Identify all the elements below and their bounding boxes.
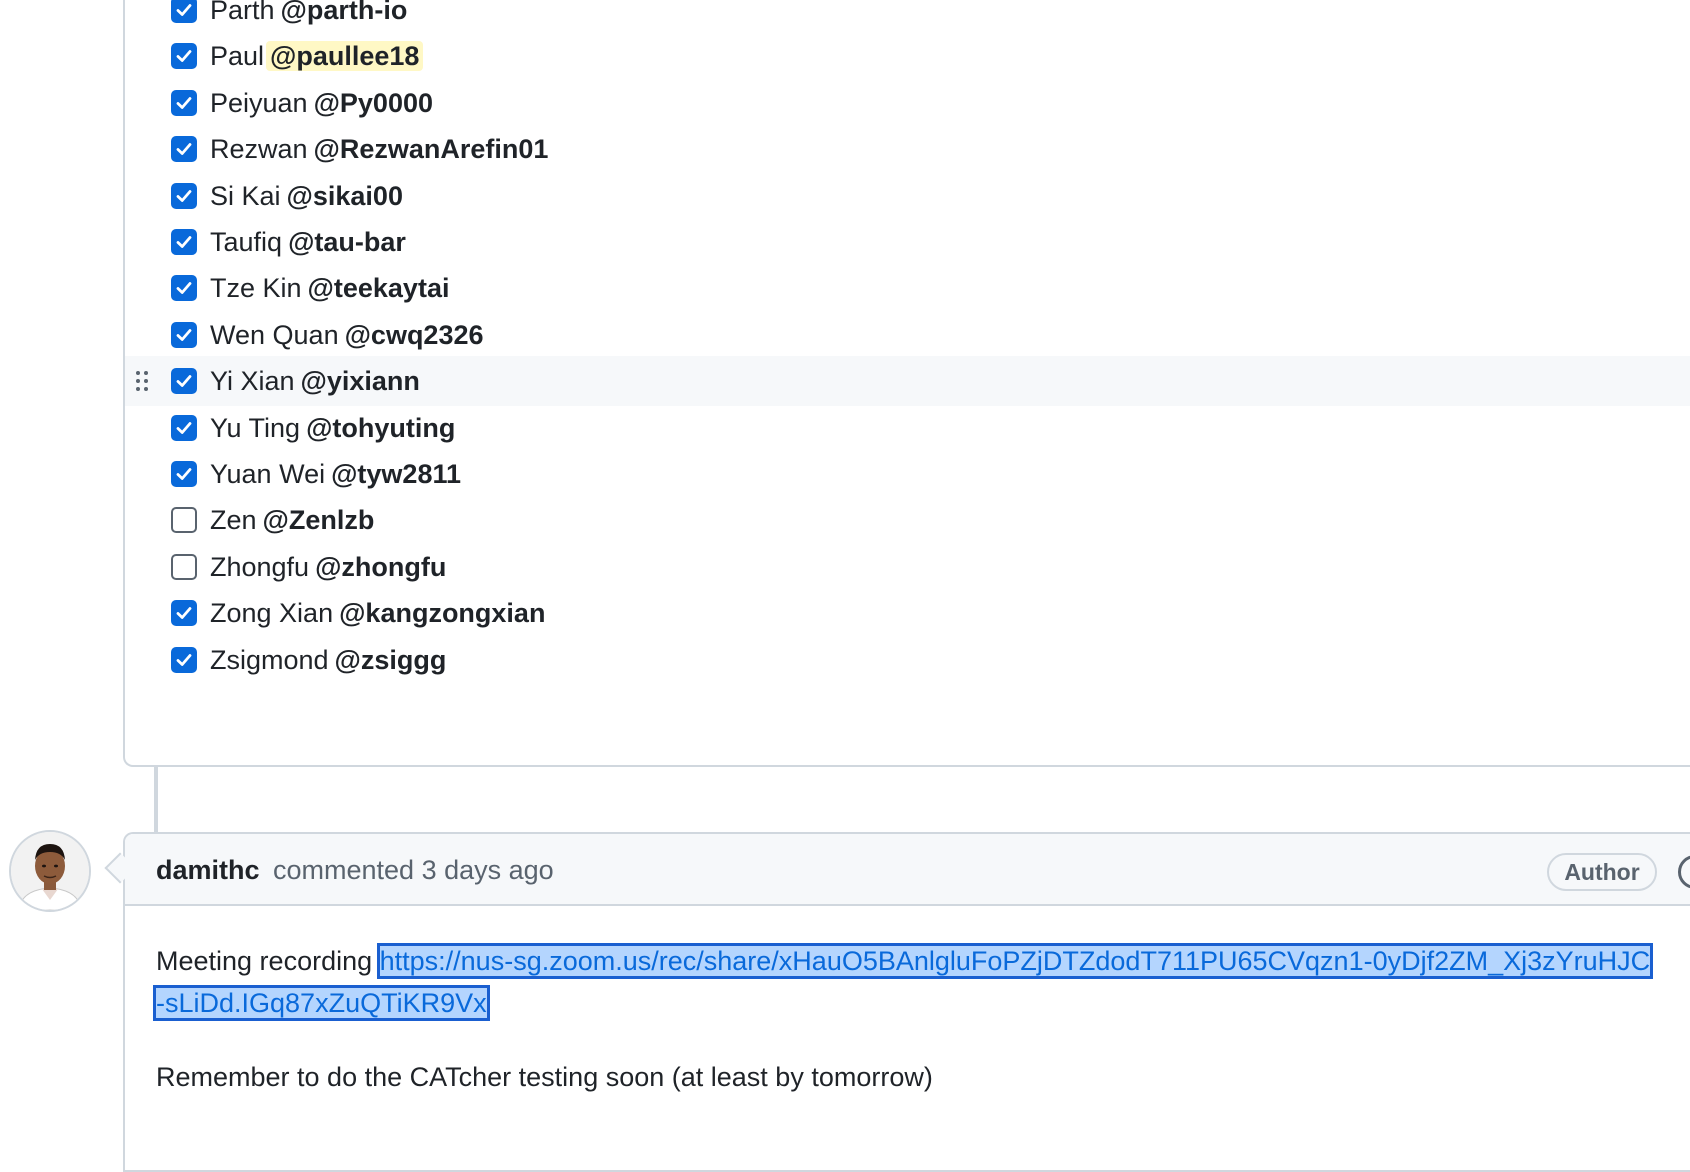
checkbox-checked-icon[interactable] bbox=[171, 414, 197, 441]
task-list-item[interactable]: Rezwan @RezwanArefin01 bbox=[125, 124, 1690, 174]
checkbox-checked-icon[interactable] bbox=[171, 0, 197, 23]
checkbox-checked-icon[interactable] bbox=[171, 43, 197, 70]
task-list-item[interactable]: Paul @paullee18 bbox=[125, 31, 1690, 81]
task-list-item[interactable]: Taufiq @tau-bar bbox=[125, 217, 1690, 267]
task-list-item[interactable]: Tze Kin @teekaytai bbox=[125, 263, 1690, 313]
user-mention-link[interactable]: @paullee18 bbox=[266, 41, 424, 72]
task-item-name: Si Kai bbox=[210, 180, 281, 211]
checkbox-checked-icon[interactable] bbox=[171, 600, 197, 627]
user-mention-link[interactable]: @RezwanArefin01 bbox=[310, 134, 553, 164]
task-item-text: Tze Kin @teekaytai bbox=[210, 270, 453, 306]
task-item-name: Parth bbox=[210, 0, 275, 25]
checkbox-checked-icon[interactable] bbox=[171, 275, 197, 302]
task-item-name: Taufiq bbox=[210, 227, 283, 257]
user-mention-link[interactable]: @tyw2811 bbox=[327, 459, 465, 489]
task-item-name: Wen Quan bbox=[210, 319, 339, 350]
comment-body: Meeting recording https://nus-sg.zoom.us… bbox=[152, 940, 1656, 1098]
user-mention-link[interactable]: @Py0000 bbox=[310, 88, 437, 118]
recording-label: Meeting recording bbox=[156, 946, 380, 976]
checkbox-unchecked-icon[interactable] bbox=[171, 553, 197, 580]
task-list-item[interactable]: Peiyuan @Py0000 bbox=[125, 78, 1690, 128]
task-item-text: Wen Quan @cwq2326 bbox=[210, 317, 488, 353]
task-item-text: Taufiq @tau-bar bbox=[210, 224, 410, 260]
task-list-item[interactable]: Yi Xian @yixiann bbox=[125, 356, 1690, 407]
checkbox-unchecked-icon[interactable] bbox=[171, 507, 197, 534]
task-list-item[interactable]: Wen Quan @cwq2326 bbox=[125, 310, 1690, 360]
task-item-text: Si Kai @sikai00 bbox=[210, 178, 407, 214]
task-item-text: Yi Xian @yixiann bbox=[210, 363, 424, 399]
task-item-text: Zong Xian @kangzongxian bbox=[210, 595, 549, 631]
recording-link[interactable]: https://nus-sg.zoom.us/rec/share/xHauO5B… bbox=[152, 943, 1654, 1021]
task-item-name: Paul bbox=[210, 41, 265, 72]
user-mention-link[interactable]: @tau-bar bbox=[284, 227, 410, 257]
task-list-item[interactable]: Yuan Wei @tyw2811 bbox=[125, 449, 1690, 499]
task-item-text: Zsigmond @zsiggg bbox=[210, 642, 450, 678]
comment-author-link[interactable]: damithc bbox=[156, 852, 260, 888]
task-item-text: Yu Ting @tohyuting bbox=[210, 410, 459, 446]
task-item-name: Rezwan bbox=[210, 134, 308, 165]
user-mention-link[interactable]: @teekaytai bbox=[304, 273, 454, 303]
user-mention-link[interactable]: @tohyuting bbox=[302, 413, 459, 443]
user-mention-link[interactable]: @Zenlzb bbox=[259, 505, 379, 535]
task-item-name: Tze Kin bbox=[210, 273, 302, 304]
task-item-text: Parth @parth-io bbox=[210, 0, 411, 28]
task-item-name: Yi Xian bbox=[210, 366, 295, 397]
checkbox-checked-icon[interactable] bbox=[171, 89, 197, 116]
avatar[interactable] bbox=[9, 830, 91, 912]
user-mention-link[interactable]: @sikai00 bbox=[283, 181, 407, 211]
author-badge: Author bbox=[1547, 853, 1657, 891]
task-item-name: Zong Xian bbox=[210, 598, 334, 629]
checkbox-checked-icon[interactable] bbox=[171, 182, 197, 209]
checkbox-checked-icon[interactable] bbox=[171, 229, 197, 255]
user-mention-link[interactable]: @zhongfu bbox=[311, 552, 450, 582]
user-mention-link[interactable]: @kangzongxian bbox=[335, 598, 549, 628]
timeline-connector bbox=[154, 767, 158, 835]
task-list-item[interactable]: Yu Ting @tohyuting bbox=[125, 403, 1690, 453]
task-item-text: Peiyuan @Py0000 bbox=[210, 85, 437, 121]
task-list-item[interactable]: Zen @Zenlzb bbox=[125, 495, 1690, 545]
user-mention-link[interactable]: @yixiann bbox=[297, 366, 424, 396]
comment-paragraph-recording: Meeting recording https://nus-sg.zoom.us… bbox=[152, 940, 1656, 1024]
task-item-name: Yu Ting bbox=[210, 412, 301, 443]
task-item-text: Yuan Wei @tyw2811 bbox=[210, 456, 465, 492]
task-item-name: Yuan Wei bbox=[210, 459, 326, 489]
task-list-item[interactable]: Zsigmond @zsiggg bbox=[125, 635, 1690, 685]
checkbox-checked-icon[interactable] bbox=[171, 461, 197, 487]
task-item-name: Zen bbox=[210, 505, 257, 536]
task-list-item[interactable]: Zhongfu @zhongfu bbox=[125, 542, 1690, 592]
grabber-icon[interactable] bbox=[136, 369, 150, 393]
checkbox-checked-icon[interactable] bbox=[171, 368, 197, 395]
task-item-name: Zsigmond bbox=[210, 644, 329, 675]
task-list-item[interactable]: Parth @parth-io bbox=[125, 0, 1690, 35]
avatar-image bbox=[11, 832, 89, 910]
comment-paragraph-reminder: Remember to do the CATcher testing soon … bbox=[156, 1062, 933, 1092]
task-item-name: Peiyuan bbox=[210, 87, 308, 118]
user-mention-link[interactable]: @parth-io bbox=[277, 0, 412, 25]
task-list-item[interactable]: Zong Xian @kangzongxian bbox=[125, 588, 1690, 638]
task-item-text: Zhongfu @zhongfu bbox=[210, 549, 450, 585]
task-item-name: Zhongfu bbox=[210, 551, 310, 582]
checkbox-checked-icon[interactable] bbox=[171, 321, 197, 348]
user-mention-link[interactable]: @zsiggg bbox=[331, 645, 451, 675]
user-mention-link[interactable]: @cwq2326 bbox=[341, 320, 488, 350]
task-item-text: Zen @Zenlzb bbox=[210, 502, 378, 538]
task-list-item[interactable]: Si Kai @sikai00 bbox=[125, 171, 1690, 221]
checkbox-checked-icon[interactable] bbox=[171, 646, 197, 673]
checkbox-checked-icon[interactable] bbox=[171, 136, 197, 163]
comment-timestamp[interactable]: commented 3 days ago bbox=[273, 852, 554, 888]
task-item-text: Paul @paullee18 bbox=[210, 38, 424, 74]
task-item-text: Rezwan @RezwanArefin01 bbox=[210, 131, 552, 167]
